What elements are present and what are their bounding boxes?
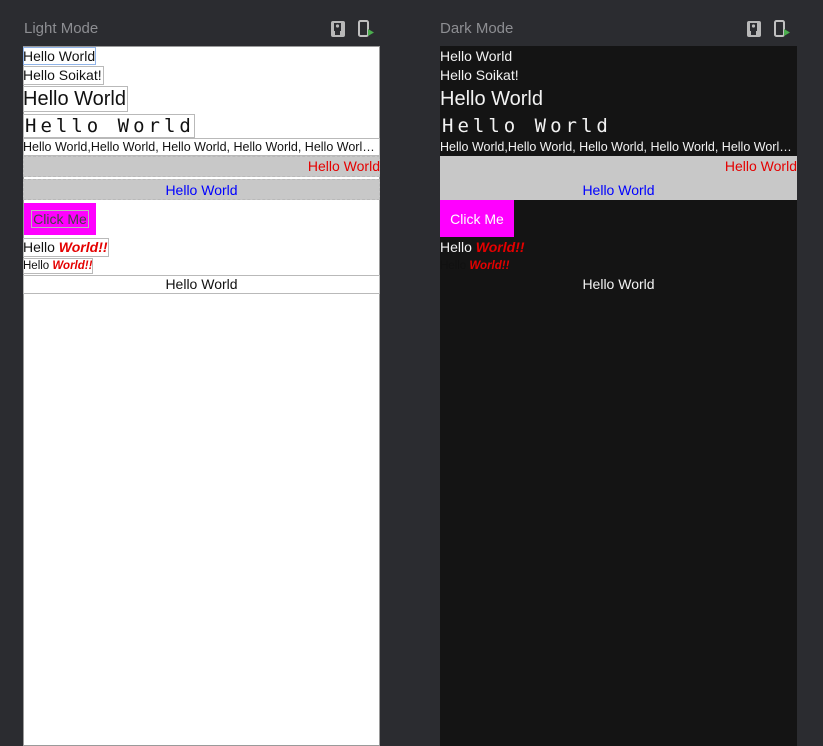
text-hello-world-large: Hello World [440, 88, 543, 110]
blue-text-band: Hello World [23, 179, 380, 200]
text-hello-world-red: Hello World [307, 158, 380, 174]
styled-text-small-emphasis: World!! [52, 260, 93, 272]
styled-text-prefix: Hello [440, 239, 476, 255]
text-hello-world-repeated: Hello World,Hello World, Hello World, He… [440, 140, 792, 154]
styled-text-emphasis: World!! [58, 239, 108, 255]
text-hello-world-red: Hello World [724, 158, 797, 174]
text-hello-soikat: Hello Soikat! [23, 66, 104, 85]
styled-text-hello-world-small: Hello World!! [440, 258, 509, 274]
light-mode-title: Light Mode [24, 20, 99, 37]
device-orientation-icon[interactable] [330, 20, 348, 38]
styled-text-small-prefix: Hello [440, 260, 470, 272]
click-me-button-label: Click Me [31, 210, 89, 228]
run-on-device-icon[interactable] [773, 20, 791, 38]
device-orientation-icon[interactable] [746, 20, 764, 38]
text-hello-world: Hello World [23, 47, 97, 65]
text-hello-world-blue: Hello World [165, 182, 238, 198]
styled-text-hello-world: Hello World!! [440, 238, 525, 257]
styled-text-prefix: Hello [23, 239, 59, 255]
text-hello-world-large: Hello World [23, 86, 128, 112]
styled-text-emphasis: World!! [475, 239, 525, 255]
styled-text-small-prefix: Hello [23, 260, 53, 272]
text-hello-world-monospace: Hello World [442, 115, 612, 137]
styled-text-hello-world: Hello World!! [23, 238, 109, 257]
dark-mode-preview: Hello World Hello Soikat! Hello World He… [440, 46, 797, 746]
text-hello-world-repeated: Hello World,Hello World, Hello World, He… [23, 138, 380, 156]
text-hello-world-centered: Hello World [582, 276, 655, 292]
styled-text-hello-world-small: Hello World!! [23, 258, 94, 274]
run-on-device-icon[interactable] [357, 20, 375, 38]
click-me-button[interactable]: Click Me [440, 200, 514, 237]
text-hello-world-monospace: Hello World [23, 114, 195, 138]
red-text-band: Hello World [23, 156, 380, 177]
light-mode-preview: Hello World Hello Soikat! Hello World He… [23, 46, 380, 746]
text-hello-world: Hello World [440, 48, 513, 64]
styled-text-small-emphasis: World!! [469, 260, 510, 272]
text-hello-soikat: Hello Soikat! [440, 67, 519, 83]
blue-text-band: Hello World [440, 177, 797, 200]
dark-mode-title: Dark Mode [440, 20, 514, 37]
red-text-band: Hello World [440, 156, 797, 177]
text-hello-world-blue: Hello World [582, 182, 655, 198]
text-hello-world-centered: Hello World [23, 275, 380, 294]
click-me-button[interactable]: Click Me [24, 203, 96, 235]
